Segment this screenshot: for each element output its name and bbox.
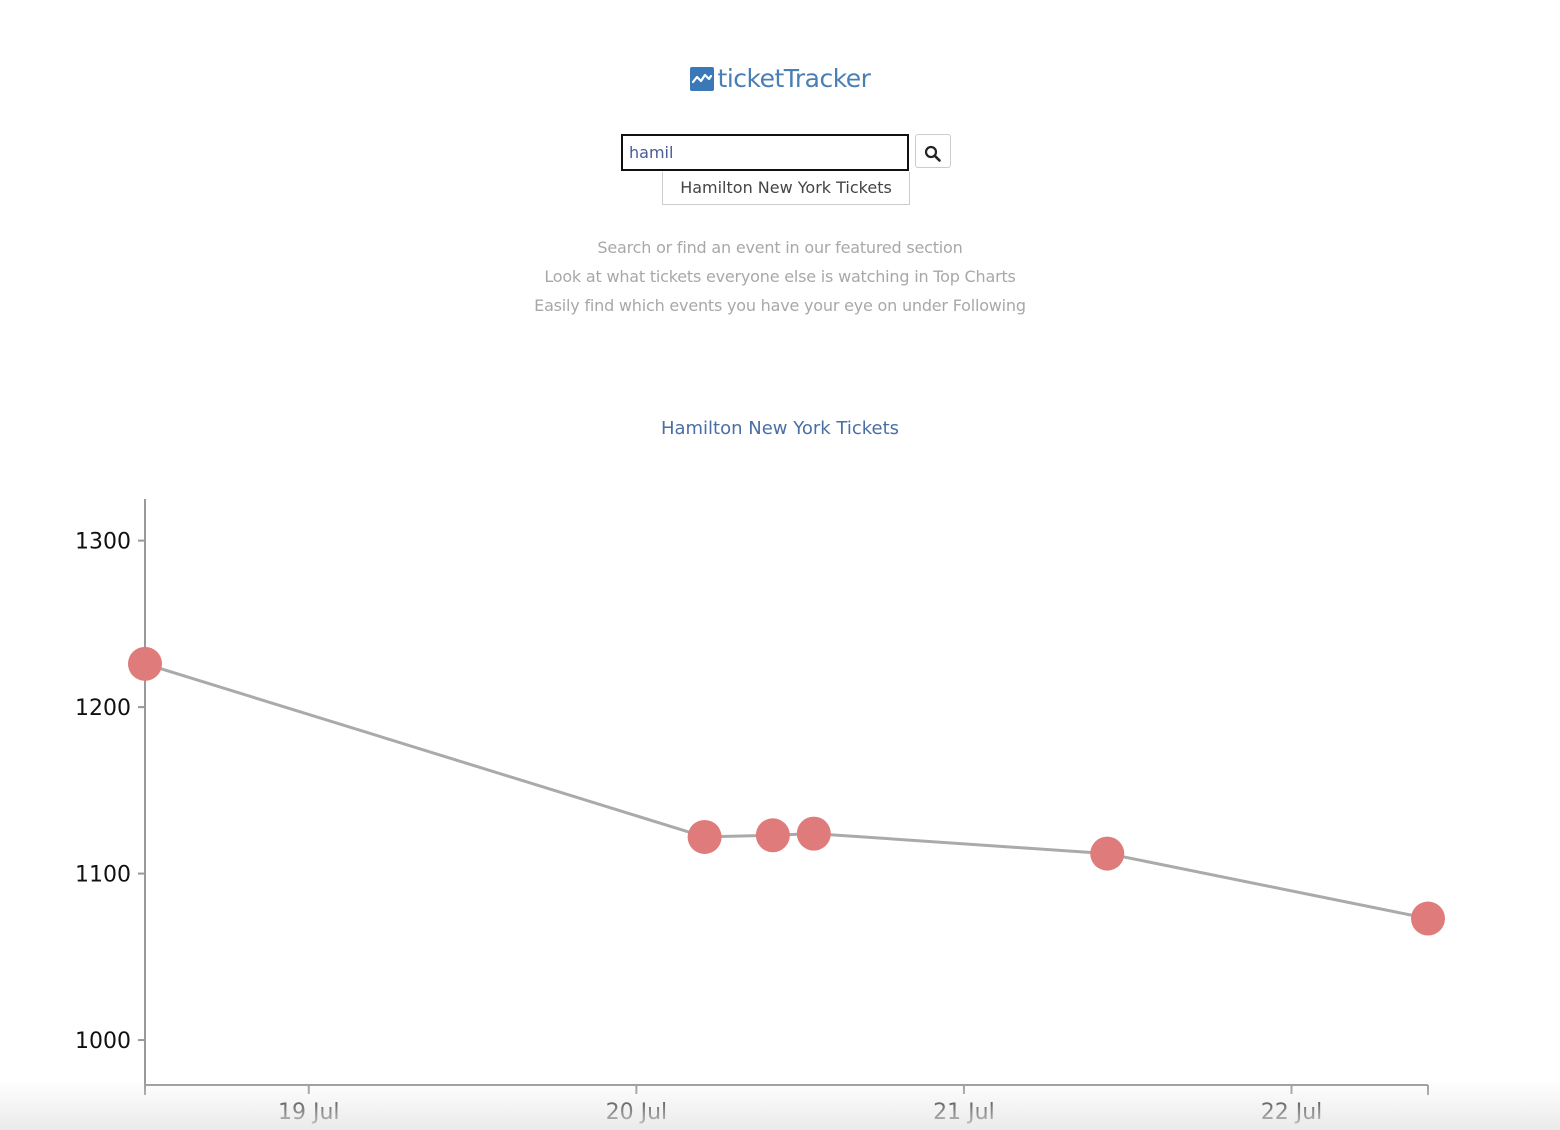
data-point	[1090, 836, 1125, 871]
y-tick-label: 1200	[75, 696, 131, 721]
price-series-line	[144, 662, 1429, 920]
data-point	[755, 818, 790, 853]
data-point	[1411, 901, 1445, 936]
data-point	[796, 816, 831, 851]
data-point	[128, 646, 162, 681]
x-tick-label: 22 Jul	[1261, 1100, 1323, 1125]
y-tick-label: 1100	[75, 863, 131, 888]
y-tick-label: 1300	[75, 530, 131, 555]
data-point	[687, 819, 722, 854]
y-tick-label: 1000	[75, 1029, 131, 1054]
x-tick-label: 20 Jul	[606, 1100, 668, 1125]
x-tick-label: 19 Jul	[278, 1100, 340, 1125]
x-tick-label: 21 Jul	[933, 1100, 995, 1125]
price-chart: 1000 1100 1200 1300 19 Jul 20 Jul 21 Jul 22 Jul	[75, 499, 1445, 1125]
page: ticketTracker Hamilton New York Tickets …	[0, 0, 1560, 1130]
